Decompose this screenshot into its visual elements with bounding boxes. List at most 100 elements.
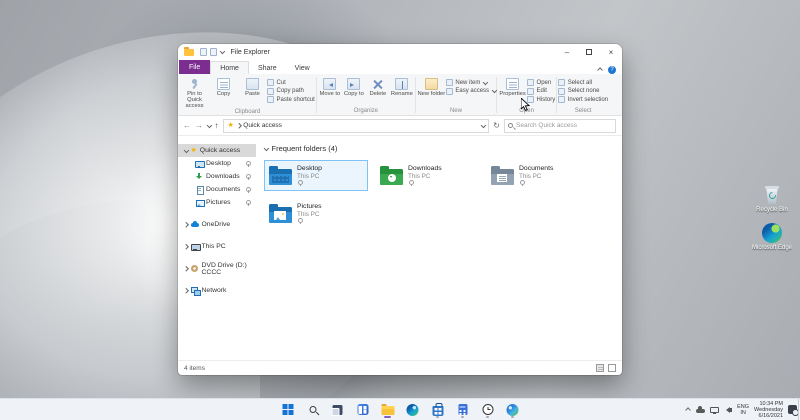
back-button[interactable]: ←	[183, 122, 191, 130]
sidebar-item-downloads[interactable]: Downloads	[178, 170, 256, 183]
language-indicator[interactable]: ENG IN	[737, 404, 749, 416]
tab-file[interactable]: File	[179, 60, 210, 74]
minimize-button[interactable]: –	[556, 44, 578, 60]
notifications-icon[interactable]	[788, 405, 797, 414]
tile-desktop[interactable]: Desktop This PC	[264, 160, 368, 191]
select-all-button[interactable]: Select all	[558, 79, 608, 86]
edge-icon	[407, 404, 419, 416]
sidebar-item-documents[interactable]: Documents	[178, 183, 256, 196]
search-button[interactable]	[305, 401, 321, 419]
recent-locations-icon[interactable]	[207, 122, 212, 127]
expand-icon[interactable]	[183, 266, 188, 271]
search-input[interactable]	[516, 122, 612, 129]
up-button[interactable]: ↑	[215, 122, 219, 130]
sidebar-item-onedrive[interactable]: OneDrive	[178, 218, 256, 231]
new-folder-button[interactable]: New folder	[417, 77, 446, 97]
new-item-button[interactable]: New item	[446, 79, 495, 86]
task-view-icon	[333, 405, 343, 415]
expand-icon[interactable]	[184, 147, 189, 152]
collapse-section-icon[interactable]	[264, 145, 269, 150]
new-folder-icon	[425, 78, 438, 90]
pin-to-quick-access-button[interactable]: Pin to Quick access	[180, 77, 209, 109]
copy-button[interactable]: Copy	[209, 77, 238, 97]
move-to-button[interactable]: Move to	[318, 77, 342, 97]
microsoft-store-button[interactable]	[430, 401, 446, 419]
rename-button[interactable]: Rename	[390, 77, 414, 97]
open-button[interactable]: Open	[527, 79, 555, 86]
search-box[interactable]	[504, 119, 616, 133]
tab-share[interactable]: Share	[249, 62, 286, 74]
sidebar-item-quick-access[interactable]: ★ Quick access	[178, 144, 256, 157]
tab-view[interactable]: View	[286, 62, 319, 74]
quick-access-star-icon: ★	[191, 147, 197, 154]
copy-path-button[interactable]: Copy path	[267, 88, 315, 95]
tile-documents[interactable]: Documents This PC	[486, 160, 590, 191]
maximize-button[interactable]	[578, 44, 600, 60]
sidebar-item-pictures[interactable]: Pictures	[178, 196, 256, 209]
start-button[interactable]	[280, 401, 296, 419]
refresh-button[interactable]: ↻	[493, 121, 500, 130]
breadcrumb-location[interactable]: Quick access	[243, 122, 282, 129]
group-label-clipboard: Clipboard	[180, 109, 315, 116]
expand-icon[interactable]	[183, 244, 188, 249]
paste-shortcut-button[interactable]: Paste shortcut	[267, 96, 315, 103]
address-dropdown-icon[interactable]	[481, 122, 486, 127]
file-explorer-button[interactable]	[380, 401, 396, 419]
expand-icon[interactable]	[183, 288, 188, 293]
tab-home[interactable]: Home	[210, 61, 249, 74]
select-none-button[interactable]: Select none	[558, 88, 608, 95]
quick-access-toolbar	[200, 48, 224, 56]
tile-downloads[interactable]: Downloads This PC	[375, 160, 479, 191]
sidebar-item-label: Pictures	[206, 199, 231, 206]
copy-to-button[interactable]: Copy to	[342, 77, 366, 97]
qat-properties-icon[interactable]	[200, 48, 207, 56]
onedrive-cloud-icon[interactable]	[696, 409, 705, 413]
recycle-bin-shortcut[interactable]: Recycle Bin	[756, 185, 788, 214]
title-bar[interactable]: File Explorer – ×	[178, 44, 622, 60]
task-view-button[interactable]	[330, 401, 346, 419]
history-button[interactable]: History	[527, 96, 555, 103]
edge-button[interactable]	[405, 401, 421, 419]
close-button[interactable]: ×	[600, 44, 622, 60]
easy-access-button[interactable]: Easy access	[446, 88, 495, 95]
onedrive-cloud-icon	[191, 221, 199, 229]
folder-icon	[184, 49, 194, 56]
calculator-button[interactable]	[455, 401, 471, 419]
delete-button[interactable]: Delete	[366, 77, 390, 97]
hidden-icons-chevron-icon[interactable]	[686, 408, 691, 413]
breadcrumb[interactable]: ★ Quick access	[223, 119, 490, 133]
large-icons-view-button[interactable]	[608, 364, 616, 372]
details-view-button[interactable]	[596, 364, 604, 372]
pin-icon	[519, 180, 524, 186]
clock-date[interactable]: 10:34 PM Wednesday 6/16/2021	[754, 401, 783, 419]
volume-icon[interactable]	[724, 407, 733, 413]
sidebar-item-this-pc[interactable]: This PC	[178, 240, 256, 253]
desktop-screen: Recycle Bin Microsoft Edge File Explorer…	[0, 0, 800, 420]
sidebar-item-network[interactable]: Network	[178, 284, 256, 297]
forward-button[interactable]: →	[195, 122, 203, 130]
windows-start-icon	[282, 404, 293, 415]
sidebar-item-dvd-drive[interactable]: DVD Drive (D:) CCCC	[178, 262, 256, 275]
qat-dropdown-icon[interactable]	[220, 49, 225, 54]
invert-selection-button[interactable]: Invert selection	[558, 96, 608, 103]
collapse-ribbon-icon[interactable]	[597, 68, 602, 73]
paste-button[interactable]: Paste	[238, 77, 267, 97]
cut-button[interactable]: Cut	[267, 79, 315, 86]
help-icon[interactable]: ?	[608, 66, 616, 74]
tile-pictures[interactable]: Pictures This PC	[264, 198, 368, 229]
tile-name: Pictures	[297, 203, 322, 210]
section-header-frequent-folders[interactable]: Frequent folders (4)	[264, 144, 614, 153]
edit-button[interactable]: Edit	[527, 88, 555, 95]
file-explorer-window: File Explorer – × File Home Share View ?	[178, 44, 622, 375]
expand-icon[interactable]	[183, 222, 188, 227]
pin-icon	[297, 218, 302, 224]
microsoft-edge-shortcut[interactable]: Microsoft Edge	[752, 223, 792, 252]
widgets-button[interactable]	[355, 401, 371, 419]
network-icon[interactable]	[710, 407, 719, 413]
sidebar-item-desktop[interactable]: Desktop	[178, 157, 256, 170]
ribbon-divider	[556, 77, 557, 113]
clock-app-button[interactable]	[480, 401, 496, 419]
qat-new-folder-icon[interactable]	[210, 48, 217, 56]
properties-button[interactable]: Properties	[498, 77, 527, 97]
globe-app-button[interactable]	[505, 401, 521, 419]
